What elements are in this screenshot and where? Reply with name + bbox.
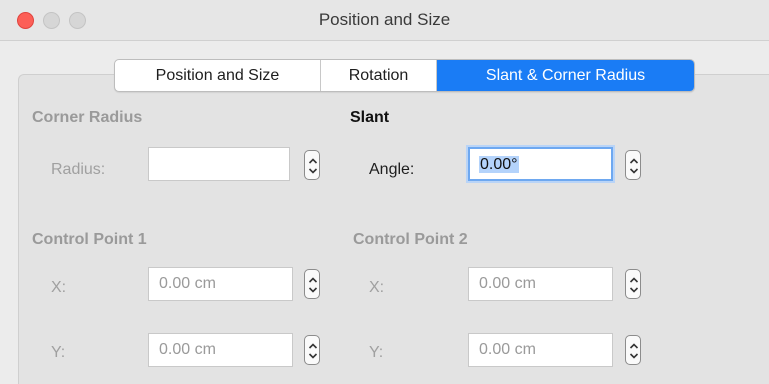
cp2-y-input[interactable] — [468, 333, 613, 367]
up-down-stepper-icon — [308, 343, 318, 359]
angle-input[interactable]: 0.00° — [468, 147, 613, 181]
radius-input[interactable] — [148, 147, 290, 181]
angle-label: Angle: — [369, 161, 415, 178]
angle-stepper[interactable] — [625, 150, 641, 180]
cp1-x-input[interactable] — [148, 267, 293, 301]
up-down-stepper-icon — [629, 343, 639, 359]
control-point-2-heading: Control Point 2 — [353, 231, 468, 248]
control-point-1-heading: Control Point 1 — [32, 231, 147, 248]
cp2-x-label: X: — [369, 279, 385, 296]
up-down-stepper-icon — [308, 158, 318, 174]
cp1-y-label: Y: — [51, 344, 66, 361]
cp1-x-stepper[interactable] — [304, 269, 320, 299]
up-down-stepper-icon — [308, 277, 318, 293]
tab-bar: Position and Size Rotation Slant & Corne… — [114, 59, 695, 92]
cp2-y-stepper[interactable] — [625, 335, 641, 365]
radius-label: Radius: — [51, 161, 106, 178]
cp1-y-stepper[interactable] — [304, 335, 320, 365]
cp1-x-label: X: — [51, 279, 67, 296]
cp1-y-input[interactable] — [148, 333, 293, 367]
cp2-x-stepper[interactable] — [625, 269, 641, 299]
corner-radius-heading: Corner Radius — [32, 109, 143, 126]
angle-value: 0.00° — [479, 156, 519, 173]
cp2-y-label: Y: — [369, 344, 384, 361]
window-title: Position and Size — [318, 10, 451, 29]
slant-heading: Slant — [350, 109, 390, 126]
tab-position-and-size[interactable]: Position and Size — [115, 60, 321, 91]
up-down-stepper-icon — [629, 158, 639, 174]
cp2-x-input[interactable] — [468, 267, 613, 301]
radius-stepper[interactable] — [304, 150, 320, 180]
title-bar: Position and Size — [0, 0, 769, 41]
tab-slant-corner-radius[interactable]: Slant & Corner Radius — [437, 60, 694, 91]
tab-rotation[interactable]: Rotation — [321, 60, 437, 91]
up-down-stepper-icon — [629, 277, 639, 293]
